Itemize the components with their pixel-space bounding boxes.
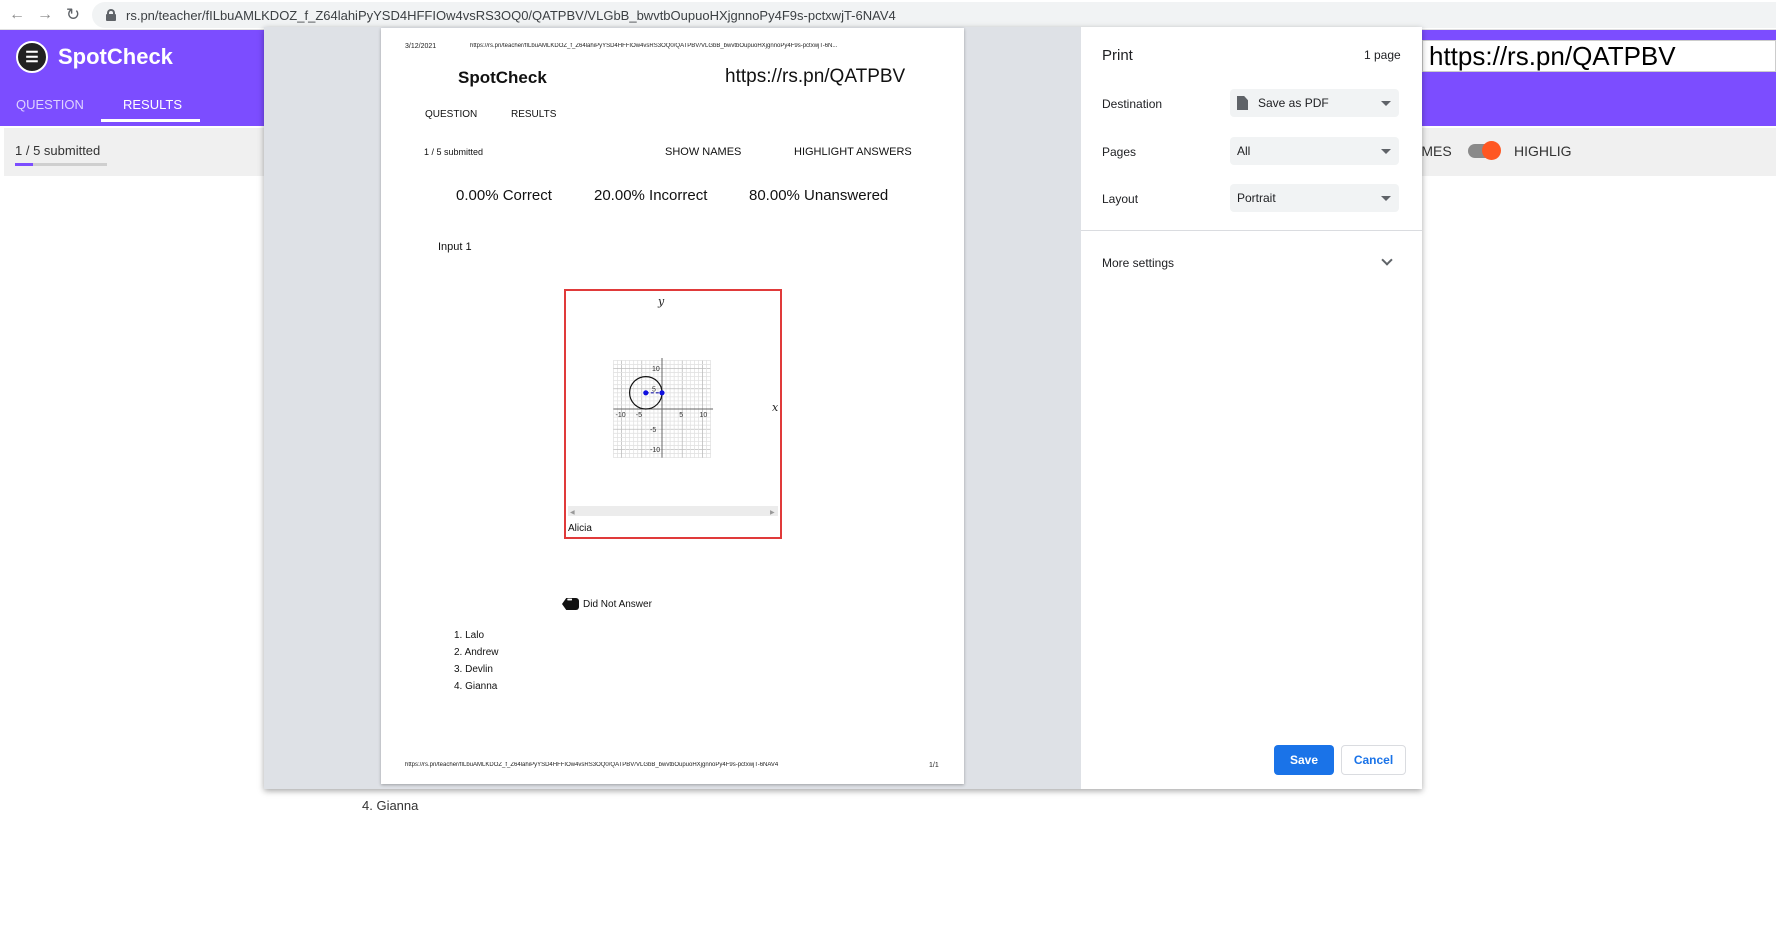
x-tick-label: -10: [616, 412, 626, 419]
list-item: 4. Gianna: [362, 798, 419, 813]
page-count: 1 page: [1364, 48, 1401, 62]
browser-toolbar: ← → ↻ rs.pn/teacher/fILbuAMLKDOZ_f_Z64la…: [0, 0, 1776, 30]
settings-divider: [1081, 230, 1422, 231]
more-settings-toggle[interactable]: More settings: [1102, 256, 1174, 270]
scroll-left-icon: ◀: [570, 510, 575, 516]
x-tick-label: 5: [679, 412, 683, 419]
list-item: 1. Lalo: [454, 630, 485, 641]
destination-select[interactable]: Save as PDF: [1230, 89, 1399, 117]
submitted-progress: [15, 163, 107, 166]
preview-header-url: https://rs.pn/teacher/fILbuAMLKDOZ_f_Z64…: [470, 43, 838, 49]
forward-arrow-icon[interactable]: →: [34, 4, 56, 26]
preview-footer-page: 1/1: [929, 762, 939, 769]
document-icon: [1237, 96, 1248, 110]
layout-value: Portrait: [1237, 191, 1276, 205]
scroll-right-icon: ▶: [770, 510, 775, 516]
list-item: 2. Andrew: [454, 647, 499, 658]
header-right-portion: [1422, 74, 1776, 126]
preview-submitted: 1 / 5 submitted: [424, 147, 484, 157]
pages-label: Pages: [1102, 145, 1137, 159]
pages-value: All: [1237, 144, 1251, 158]
preview-highlight-answers: HIGHLIGHT ANSWERS: [794, 146, 912, 158]
y-tick-label: -5: [650, 427, 656, 434]
dropdown-arrow-icon: [1381, 149, 1391, 154]
destination-value: Save as PDF: [1258, 96, 1329, 110]
y-axis-label: y: [657, 295, 665, 308]
did-not-answer-list: 1. Lalo 2. Andrew 3. Devlin 4. Gianna: [454, 627, 498, 695]
student-name: Alicia: [568, 523, 592, 534]
cancel-button[interactable]: Cancel: [1341, 745, 1406, 775]
preview-tab-results: RESULTS: [511, 109, 557, 120]
did-not-answer-label: Did Not Answer: [583, 598, 652, 610]
x-tick-label: -5: [636, 412, 642, 419]
dropdown-arrow-icon: [1381, 101, 1391, 106]
layout-label: Layout: [1102, 192, 1139, 206]
address-url: rs.pn/teacher/fILbuAMLKDOZ_f_Z64lahiPyYS…: [126, 7, 896, 23]
app-brand[interactable]: ☰ SpotCheck: [16, 41, 173, 73]
center-point: [643, 390, 649, 396]
back-arrow-icon[interactable]: ←: [6, 4, 28, 26]
destination-label: Destination: [1102, 97, 1163, 111]
y-tick-label: 10: [652, 366, 660, 373]
submitted-count: 1 / 5 submitted: [15, 143, 101, 158]
reload-icon[interactable]: ↻: [62, 4, 84, 26]
preview-correct-stat: 0.00% Correct: [456, 187, 552, 204]
address-bar[interactable]: rs.pn/teacher/fILbuAMLKDOZ_f_Z64lahiPyYS…: [92, 2, 1776, 28]
list-item: 3. Devlin: [454, 664, 493, 675]
save-button[interactable]: Save: [1274, 745, 1334, 775]
highlight-toggle-knob[interactable]: [1482, 141, 1501, 160]
preview-footer-url: https://rs.pn/teacher/fILbuAMLKDOZ_f_Z64…: [405, 762, 779, 768]
preview-input-label: Input 1: [438, 241, 472, 253]
layout-select[interactable]: Portrait: [1230, 184, 1399, 212]
highlight-label: HIGHLIG: [1514, 143, 1572, 159]
submitted-progress-fill: [15, 163, 34, 166]
pages-select[interactable]: All: [1230, 137, 1399, 165]
preview-unanswered-stat: 80.00% Unanswered: [749, 187, 889, 204]
brand-name: SpotCheck: [58, 44, 173, 69]
dropdown-arrow-icon: [1381, 196, 1391, 201]
lock-icon: [106, 9, 116, 21]
print-title: Print: [1102, 47, 1133, 64]
coordinate-graph: -10 -5 5 10105-5-10 y x ◀ ▶ Alicia: [568, 295, 779, 534]
x-tick-label: 10: [700, 412, 708, 419]
list-item: 4. Gianna: [454, 681, 498, 692]
tab-active-indicator: [101, 119, 200, 122]
share-url-box: https://rs.pn/QATPBV: [1422, 40, 1776, 72]
spotcheck-logo-icon: ☰: [16, 41, 48, 73]
y-tick-label: -10: [650, 447, 660, 454]
did-not-answer-heading: Did Not Answer: [562, 598, 652, 610]
preview-brand: SpotCheck: [458, 68, 547, 87]
preview-tab-question: QUESTION: [425, 109, 478, 120]
tab-results[interactable]: RESULTS: [123, 97, 182, 112]
tag-icon: [562, 598, 579, 610]
graph-scrollbar: [568, 506, 778, 516]
preview-show-names: SHOW NAMES: [665, 146, 742, 158]
radius-point: [659, 390, 665, 396]
x-axis-label: x: [772, 401, 779, 414]
preview-incorrect-stat: 20.00% Incorrect: [594, 187, 708, 204]
preview-header-date: 3/12/2021: [405, 43, 437, 50]
tab-question[interactable]: QUESTION: [16, 97, 84, 112]
preview-share-url: https://rs.pn/QATPBV: [725, 66, 906, 87]
